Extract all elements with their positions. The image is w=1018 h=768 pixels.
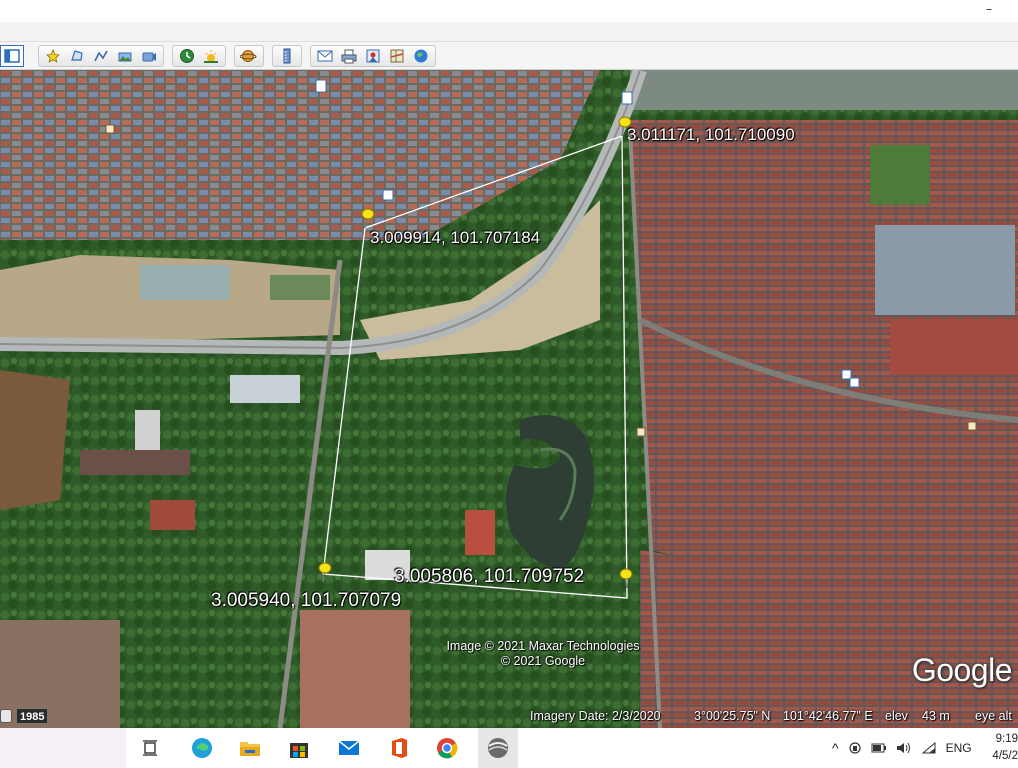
chrome-icon [437,738,458,759]
placemark-label[interactable]: 3.005940, 101.707079 [211,590,401,612]
placemark-label[interactable]: 3.005806, 101.709752 [394,566,584,588]
add-path-button[interactable] [89,47,113,65]
edge-icon [192,738,212,758]
record-tour-icon [142,52,156,61]
google-earth-button[interactable] [478,728,518,768]
toolbar-group-ruler [272,44,302,67]
email-button[interactable] [313,47,337,65]
sunlight-icon [204,49,218,63]
earth-gallery-button[interactable] [409,47,433,65]
file-explorer-icon [240,742,260,756]
imagery-attribution: Image © 2021 Maxar Technologies © 2021 G… [436,639,650,669]
window-titlebar: – [0,0,1018,22]
task-view-icon [143,740,157,756]
poi-marker-icon[interactable] [636,427,646,437]
edge-button[interactable] [188,734,216,762]
battery-icon[interactable] [871,742,887,754]
earth-gallery-icon [414,49,428,62]
print-button[interactable] [337,47,361,65]
toolbar-group-planet [234,44,264,67]
placemark-label[interactable]: 3.011171, 101.710090 [627,125,795,145]
clock-date: 4/5/2 [992,750,1018,762]
email-icon [317,50,333,61]
ruler-button[interactable] [275,47,299,65]
poi-marker-icon[interactable] [105,124,115,134]
eye-altitude-label: eye alt [975,709,1012,723]
minimize-button[interactable]: – [986,2,992,16]
map-viewport[interactable]: 3.011171, 101.710090 3.009914, 101.70718… [0,70,1018,728]
chrome-button[interactable] [433,734,461,762]
office-icon [392,738,407,758]
store-icon [290,743,308,758]
elevation-label: elev [885,709,908,723]
google-logo: Google [911,652,1013,688]
sidebar-icon [4,48,20,63]
task-view-button[interactable] [137,734,165,762]
chevron-up-icon[interactable]: ^ [832,740,839,756]
historical-imagery-button[interactable] [175,47,199,65]
clock-time: 9:19 [995,733,1018,745]
save-image-icon [366,49,380,62]
elevation-value: 43 m [922,709,950,723]
volume-icon[interactable] [896,741,912,755]
toolbar [0,42,1018,70]
add-path-icon [94,50,108,61]
imagery-year-badge[interactable]: 1985 [16,708,49,724]
transit-marker-icon[interactable] [315,79,327,93]
menu-bar [0,22,1018,42]
input-language-indicator[interactable]: ENG [946,741,972,755]
historical-imagery-icon [180,48,194,63]
google-earth-icon [488,738,508,758]
add-placemark-icon [46,48,60,63]
toolbar-group-imagery [172,44,226,67]
file-explorer-button[interactable] [236,734,264,762]
system-tray: ^ ENG [832,728,972,768]
mail-icon [338,740,360,755]
add-image-overlay-icon [118,52,132,61]
historical-imagery-slider-icon[interactable] [0,709,12,723]
switch-planet-button[interactable] [237,47,261,65]
mail-button[interactable] [335,734,363,762]
view-in-maps-button[interactable] [385,47,409,65]
imagery-date: Imagery Date: 2/3/2020 [530,709,661,723]
add-image-overlay-button[interactable] [113,47,137,65]
add-polygon-button[interactable] [65,47,89,65]
record-tour-button[interactable] [137,47,161,65]
add-placemark-button[interactable] [41,47,65,65]
add-polygon-icon [71,49,83,61]
taskbar-search-area[interactable] [0,728,126,768]
cursor-latitude: 3°00'25.75" N [694,709,771,723]
system-clock[interactable]: 9:19 4/5/2 [988,731,1018,765]
print-icon [341,49,357,63]
store-button[interactable] [285,734,313,762]
attribution-line: © 2021 Google [500,654,586,668]
save-image-button[interactable] [361,47,385,65]
satellite-imagery [0,70,1018,728]
status-bar: 1985 Imagery Date: 2/3/2020 3°00'25.75" … [0,706,1018,728]
sunlight-button[interactable] [199,47,223,65]
windows-taskbar: ^ ENG 9:19 4/5/2 [0,728,1018,768]
wifi-icon[interactable] [921,741,937,755]
poi-marker-icon[interactable] [967,421,977,431]
placemark-label[interactable]: 3.009914, 101.707184 [370,228,540,248]
cursor-longitude: 101°42'46.77" E [783,709,873,723]
attribution-line: Image © 2021 Maxar Technologies [446,639,640,653]
transit-marker-icon[interactable] [382,189,394,201]
transit-marker-icon[interactable] [849,377,860,388]
view-in-maps-icon [390,49,404,62]
transit-marker-icon[interactable] [621,91,633,105]
office-button[interactable] [385,734,413,762]
toolbar-group-share [310,44,436,67]
ruler-icon [283,48,291,63]
cloud-sync-icon[interactable] [848,741,862,755]
switch-planet-icon [240,49,257,62]
toolbar-group-create [38,44,164,67]
sidebar-toggle-button[interactable] [0,44,24,67]
